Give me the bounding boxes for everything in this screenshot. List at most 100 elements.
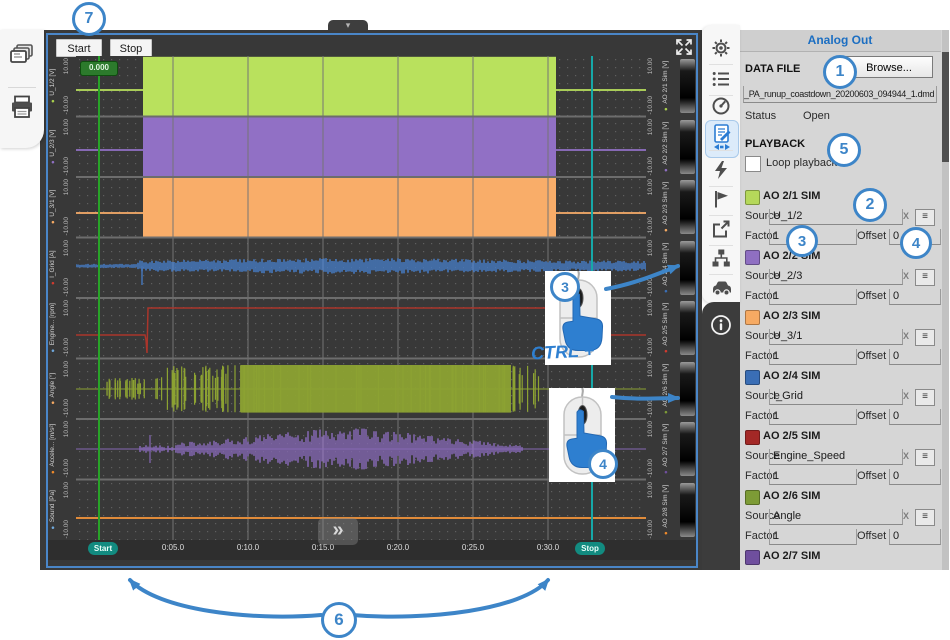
ao-output-name-label: ● AO 2/4 Sim [V] [662,242,669,293]
ao-channel-block: AO 2/2 SIMSourceU_2/3X≡Factor1Offset0 [739,250,941,310]
time-tick-label: 0:20.0 [376,543,420,552]
scale-max-label: 10.00 [647,179,654,195]
ao-output-name-label: ● AO 2/5 Sim [V] [662,303,669,354]
channel-name-label: ● Sound [Pa] [49,490,56,530]
source-field[interactable]: Engine_Speed [769,449,903,465]
rail-divider [709,274,733,275]
ao-channel-title: AO 2/5 SIM [763,430,820,442]
scale-min-label: -10.00 [63,96,70,114]
rail-divider [709,245,733,246]
ao-channel-swatch [745,190,760,205]
panel-scrollbar[interactable] [942,30,949,570]
ao-output-name-label: ● AO 2/1 Sim [V] [662,61,669,112]
channel-name-label: ● I_Grid [A] [49,250,56,285]
scale-min-label: -10.00 [647,278,654,296]
scale-min-label: -10.00 [63,399,70,417]
ao-channel-block: AO 2/3 SIMSourceU_3/1X≡Factor1Offset0 [739,310,941,370]
offset-field[interactable]: 0 [889,469,941,485]
source-field[interactable]: I_Grid [769,389,903,405]
channel-color-dot: ● [50,278,56,286]
scale-max-label: 10.00 [647,240,654,256]
rail-divider [709,150,733,151]
source-field[interactable]: Angle [769,509,903,525]
clear-source-button[interactable]: X [899,509,913,523]
callout-circle-3: 3 [550,272,580,302]
offset-label: Offset [857,470,886,482]
channel-list-icon[interactable] [711,69,733,91]
channel-axis-row: ● Accele... [m/s²]10.00-10.00 [48,419,76,480]
ao-output-name-label: ● AO 2/8 Sim [V] [662,484,669,535]
ao-channel-swatch [745,250,760,265]
channel-color-dot: ● [50,96,56,104]
loop-playback-checkbox[interactable] [745,156,761,172]
ao-output-meter [680,422,695,476]
network-icon[interactable] [711,248,733,270]
loop-playback-label: Loop playback [766,157,837,169]
scale-min-label: -10.00 [63,157,70,175]
printer-icon[interactable] [9,94,35,120]
channel-menu-button[interactable]: ≡ [915,509,935,526]
channel-menu-button[interactable]: ≡ [915,209,935,226]
offset-field[interactable]: 0 [889,289,941,305]
channel-menu-button[interactable]: ≡ [915,329,935,346]
ao-output-meter [680,483,695,537]
offset-field[interactable]: 0 [889,349,941,365]
flag-marker-icon[interactable] [711,189,733,211]
factor-field[interactable]: 1 [769,529,857,545]
browse-button[interactable]: Browse... [845,56,933,78]
scale-max-label: 10.00 [647,119,654,135]
channel-axis-row: ● U_3/1 [V]10.00-10.00 [48,177,76,238]
ao-output-name-label: ● AO 2/7 Sim [V] [662,424,669,475]
scale-min-label: -10.00 [647,459,654,477]
channel-axis-labels: ● U_1/2 [V]10.00-10.00● U_2/3 [V]10.00-1… [48,56,76,540]
source-field[interactable]: U_3/1 [769,329,903,345]
channel-axis-row: ● Engine... [rpm]10.00-10.00 [48,298,76,359]
scrollbar-thumb[interactable] [942,52,949,162]
export-icon[interactable] [711,219,733,241]
factor-field[interactable]: 1 [769,349,857,365]
factor-field[interactable]: 1 [769,289,857,305]
scale-min-label: -10.00 [63,520,70,538]
fullscreen-expand-icon[interactable] [674,37,694,57]
clear-source-button[interactable]: X [899,389,913,403]
source-field[interactable]: U_2/3 [769,269,903,285]
ao-color-dot: ● [663,285,669,293]
offset-field[interactable]: 0 [889,409,941,425]
info-icon[interactable] [710,314,732,336]
trigger-lightning-icon[interactable] [711,160,733,182]
scale-max-label: 10.00 [647,482,654,498]
clear-source-button[interactable]: X [899,209,913,223]
playback-start-button[interactable]: Start [56,39,102,57]
offset-field[interactable]: 0 [889,529,941,545]
channel-menu-button[interactable]: ≡ [915,269,935,286]
clear-source-button[interactable]: X [899,269,913,283]
playback-stop-button[interactable]: Stop [110,39,152,57]
ao-axis-row: 10.00 -10.00 ● AO 2/7 Sim [V] [646,419,679,480]
scale-max-label: 10.00 [647,421,654,437]
channel-menu-button[interactable]: ≡ [915,449,935,466]
callout-circle-1: 1 [823,55,857,89]
start-cursor-marker[interactable]: Start [88,542,118,555]
clear-source-button[interactable]: X [899,449,913,463]
scale-min-label: -10.00 [647,96,654,114]
vehicle-icon[interactable] [711,278,733,300]
factor-field[interactable]: 1 [769,469,857,485]
analog-out-playback-icon[interactable] [711,124,733,146]
callout-circle-6: 6 [321,602,357,638]
clear-source-button[interactable]: X [899,329,913,343]
factor-field[interactable]: 1 [769,409,857,425]
ao-output-name-label: ● AO 2/6 Sim [V] [662,363,669,414]
channel-menu-button[interactable]: ≡ [915,389,935,406]
fast-forward-button[interactable]: » [318,518,358,545]
measure-gauge-icon[interactable] [711,96,733,118]
settings-gear-icon[interactable] [711,38,733,60]
ao-output-meter [680,120,695,174]
ao-output-meters [679,56,696,540]
ao-output-meter [680,241,695,295]
report-pages-icon[interactable] [9,42,35,68]
ao-output-meter [680,180,695,234]
stop-cursor-marker[interactable]: Stop [575,542,605,555]
scale-max-label: 10.00 [647,58,654,74]
data-file-label: DATA FILE [745,63,800,75]
ao-color-dot: ● [663,346,669,354]
